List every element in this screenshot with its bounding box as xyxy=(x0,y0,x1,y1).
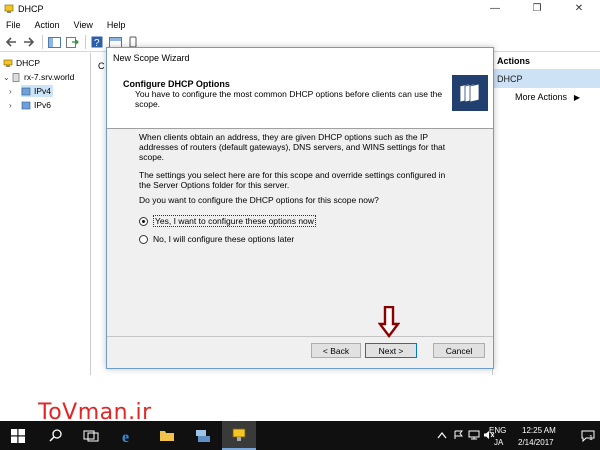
window-title: DHCP xyxy=(18,3,44,14)
more-actions-label: More Actions xyxy=(515,92,568,102)
chevron-right-icon[interactable]: › xyxy=(9,101,17,110)
chevron-up-icon[interactable] xyxy=(437,431,447,439)
forward-arrow-icon xyxy=(24,37,35,47)
help-button[interactable]: ? xyxy=(89,35,105,50)
wizard-title: New Scope Wizard xyxy=(113,53,190,63)
folder-icon xyxy=(160,431,174,441)
forward-arrow-button[interactable] xyxy=(21,35,37,50)
tree-item-dhcp[interactable]: DHCP xyxy=(3,57,40,69)
dhcp-app-icon xyxy=(4,4,14,13)
actions-header: Actions xyxy=(493,53,600,70)
notification-count: 1 xyxy=(589,435,593,442)
option-no-label: No, I will configure these options later xyxy=(153,234,295,244)
taskbar-dhcp-console[interactable] xyxy=(222,421,256,450)
internet-explorer-icon: e xyxy=(122,429,129,444)
ipv6-icon xyxy=(21,101,31,109)
export-list-button[interactable] xyxy=(64,35,80,50)
menu-view[interactable]: View xyxy=(74,20,93,30)
menu-file[interactable]: File xyxy=(6,20,21,30)
ipv4-icon xyxy=(21,87,31,95)
option-no-radio[interactable] xyxy=(139,234,148,244)
next-button[interactable]: Next > xyxy=(365,343,417,358)
tree-item-label: IPv6 xyxy=(34,100,52,110)
option-yes-radio-row[interactable]: Yes, I want to configure these options n… xyxy=(139,215,316,227)
wizard-description: When clients obtain an address, they are… xyxy=(139,132,446,162)
start-button[interactable] xyxy=(0,421,36,450)
taskbar-server-manager[interactable] xyxy=(186,421,220,450)
tree-item-ipv4[interactable]: › IPv4 xyxy=(9,85,53,97)
wizard-subtext: You have to configure the most common DH… xyxy=(135,89,443,109)
wizard-heading: Configure DHCP Options xyxy=(123,79,230,89)
minimize-button[interactable]: — xyxy=(474,0,516,17)
action-pane-icon xyxy=(108,36,122,48)
toolbar-separator xyxy=(42,35,43,49)
console-tree-pane: DHCP ⌄ rx-7.srv.world › IPv4 › IPv6 xyxy=(0,53,91,375)
taskbar-file-explorer[interactable] xyxy=(150,421,184,450)
chevron-right-icon[interactable]: › xyxy=(9,87,17,96)
wizard-footer-divider xyxy=(107,336,493,337)
network-icon[interactable] xyxy=(468,430,480,440)
input-language-bottom[interactable]: JA xyxy=(494,438,503,447)
wizard-titlebar: New Scope Wizard xyxy=(107,48,493,68)
wizard-header: Configure DHCP Options You have to confi… xyxy=(107,68,493,129)
help-icon: ? xyxy=(91,36,103,48)
actions-section-dhcp[interactable]: DHCP xyxy=(493,70,600,88)
chevron-down-icon[interactable]: ⌄ xyxy=(3,73,11,82)
action-center-button[interactable]: 1 xyxy=(576,421,600,450)
tree-item-label: rx-7.srv.world xyxy=(24,72,75,82)
close-button[interactable]: ✕ xyxy=(558,0,600,17)
svg-text:e: e xyxy=(122,429,129,444)
input-language-top[interactable]: ENG xyxy=(489,426,506,435)
search-button[interactable] xyxy=(38,421,72,450)
option-yes-radio[interactable] xyxy=(139,216,148,226)
tree-item-label: IPv4 xyxy=(34,86,52,96)
clock-date[interactable]: 2/14/2017 xyxy=(518,438,554,447)
tree-item-label: DHCP xyxy=(16,58,41,68)
window-titlebar: DHCP — ❐ ✕ xyxy=(0,0,600,17)
menu-help[interactable]: Help xyxy=(107,20,126,30)
server-manager-icon xyxy=(196,429,210,442)
cancel-button[interactable]: Cancel xyxy=(433,343,485,358)
actions-pane: Actions DHCP More Actions ▶ xyxy=(492,53,600,375)
task-view-icon xyxy=(83,430,99,441)
server-icon xyxy=(12,72,20,82)
results-column-label: C xyxy=(98,61,105,71)
window-controls: — ❐ ✕ xyxy=(474,0,600,17)
option-yes-label: Yes, I want to configure these options n… xyxy=(153,215,316,227)
annotation-arrow-icon xyxy=(378,306,400,338)
svg-text:?: ? xyxy=(94,38,100,48)
wizard-question: Do you want to configure the DHCP option… xyxy=(139,195,379,205)
tree-item-ipv6[interactable]: › IPv6 xyxy=(9,99,52,111)
search-icon xyxy=(48,429,62,442)
show-hide-tree-button[interactable] xyxy=(46,35,62,50)
submenu-arrow-icon: ▶ xyxy=(573,92,580,102)
wizard-scope-note: The settings you select here are for thi… xyxy=(139,170,446,190)
back-button[interactable]: < Back xyxy=(311,343,361,358)
task-view-button[interactable] xyxy=(74,421,108,450)
maximize-button[interactable]: ❐ xyxy=(516,0,558,17)
wizard-folder-icon xyxy=(452,75,488,111)
clock-time[interactable]: 12:25 AM xyxy=(522,426,556,435)
tree-item-server[interactable]: ⌄ rx-7.srv.world xyxy=(3,71,74,83)
console-tree-icon xyxy=(47,36,61,48)
wizard-body: When clients obtain an address, they are… xyxy=(107,130,493,336)
back-arrow-button[interactable] xyxy=(3,35,19,50)
security-flag-icon[interactable] xyxy=(453,430,464,440)
dhcp-icon xyxy=(232,428,246,441)
new-scope-wizard-dialog: New Scope Wizard Configure DHCP Options … xyxy=(106,47,494,369)
export-list-icon xyxy=(65,36,79,48)
toolbar-separator xyxy=(85,35,86,49)
taskbar: e ENG JA 12:25 AM 2/14/2017 1 xyxy=(0,421,600,450)
more-actions-item[interactable]: More Actions ▶ xyxy=(493,88,600,106)
menu-action[interactable]: Action xyxy=(35,20,60,30)
windows-logo-icon xyxy=(11,428,25,443)
dhcp-icon xyxy=(3,59,13,67)
menu-bar: File Action View Help xyxy=(0,17,600,33)
taskbar-internet-explorer[interactable]: e xyxy=(112,421,146,450)
option-no-radio-row[interactable]: No, I will configure these options later xyxy=(139,234,294,244)
back-arrow-icon xyxy=(5,37,16,47)
